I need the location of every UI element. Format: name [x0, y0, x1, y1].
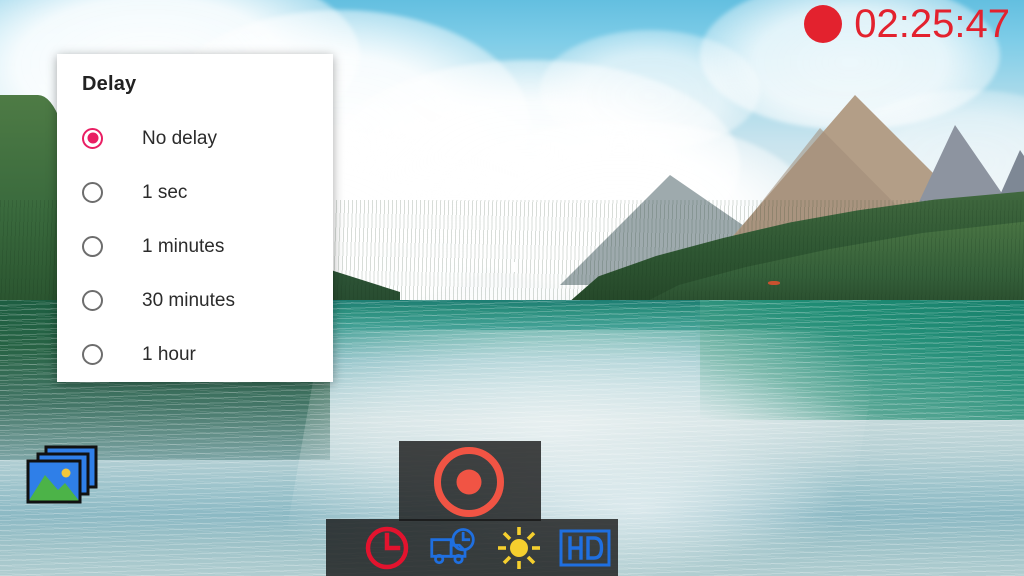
canoe [768, 281, 780, 285]
radio-button-icon[interactable] [82, 289, 103, 311]
option-1-minutes[interactable]: 1 minutes [57, 219, 333, 273]
record-button[interactable] [434, 447, 504, 517]
brightness-button[interactable] [486, 525, 552, 571]
option-30-minutes[interactable]: 30 minutes [57, 273, 333, 327]
sailboat [512, 262, 515, 272]
gallery-photos-icon [26, 445, 98, 504]
hd-quality-button[interactable] [552, 529, 618, 567]
delay-options-list: No delay 1 sec 1 minutes 30 minutes 1 ho… [57, 111, 333, 381]
gallery-button[interactable] [20, 444, 100, 506]
option-label: 1 minutes [142, 235, 225, 257]
option-label: No delay [142, 127, 217, 149]
app-root: 02:25:47 Delay No delay 1 sec 1 minutes … [0, 0, 1024, 576]
elapsed-time: 02:25:47 [854, 2, 1010, 46]
dialog-title: Delay [82, 73, 137, 95]
recording-timer: 02:25:47 [804, 4, 1010, 44]
sun-icon [498, 526, 540, 569]
lake-water-shallow [700, 300, 1024, 420]
radio-button-icon[interactable] [82, 127, 103, 149]
truck-clock-icon [430, 527, 475, 564]
schedule-button[interactable] [420, 527, 486, 568]
hd-badge-icon [559, 529, 611, 566]
radio-button-icon[interactable] [82, 343, 103, 365]
option-label: 1 hour [142, 343, 196, 365]
toolbar-icon-row [326, 519, 618, 576]
timer-button[interactable] [354, 524, 420, 572]
option-label: 1 sec [142, 181, 188, 203]
record-dot-icon [804, 5, 843, 43]
radio-button-icon[interactable] [82, 235, 103, 257]
option-1-sec[interactable]: 1 sec [57, 165, 333, 219]
radio-button-icon[interactable] [82, 181, 103, 203]
option-1-hour[interactable]: 1 hour [57, 327, 333, 381]
option-no-delay[interactable]: No delay [57, 111, 333, 165]
option-label: 30 minutes [142, 289, 235, 311]
clock-icon [365, 526, 409, 569]
delay-dialog: Delay No delay 1 sec 1 minutes 30 minute… [57, 54, 333, 382]
